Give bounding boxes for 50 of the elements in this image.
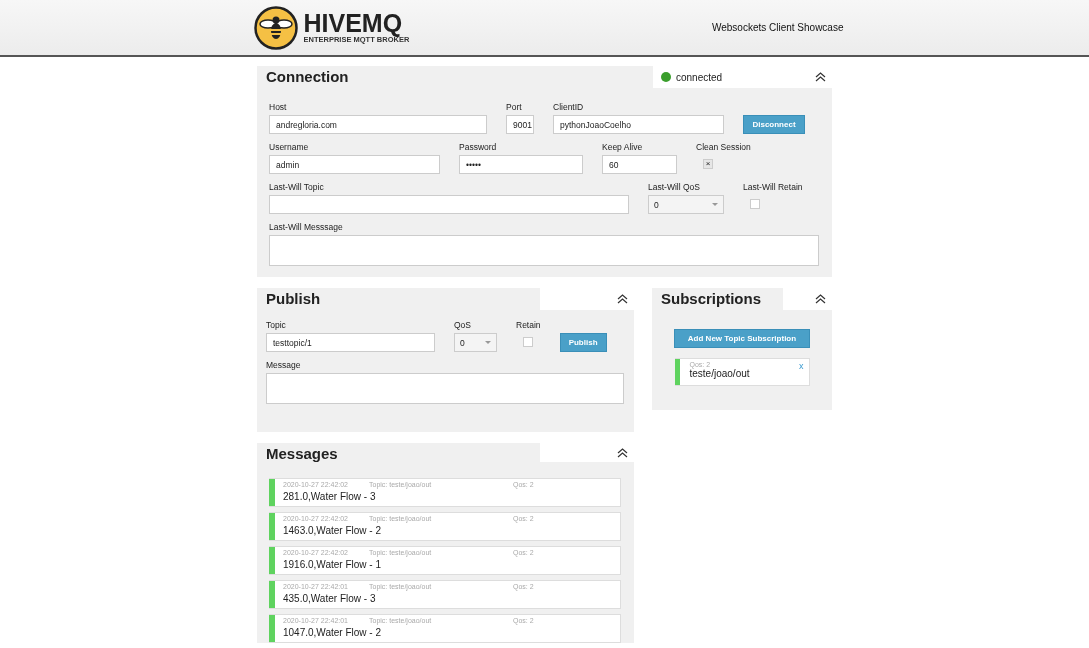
field-label: Last-Will Retain xyxy=(743,182,803,193)
checkbox[interactable] xyxy=(523,337,533,347)
field-label: Message xyxy=(266,360,302,371)
message-text: 1463.0,Water Flow - 2 xyxy=(283,525,382,536)
field-label: Port xyxy=(506,102,523,113)
field-label: Topic xyxy=(266,320,287,331)
collapse-icon[interactable] xyxy=(815,294,826,304)
panel-title: Messages xyxy=(265,444,339,462)
field-label: Host xyxy=(269,102,288,113)
input-field[interactable]: 60 xyxy=(602,155,677,174)
caret-icon xyxy=(485,341,491,344)
input-field[interactable]: admin xyxy=(269,155,440,174)
bee-logo-icon xyxy=(253,5,298,50)
input-field[interactable]: 9001 xyxy=(506,115,534,134)
message-text: 1916.0,Water Flow - 1 xyxy=(283,559,382,570)
collapse-icon[interactable] xyxy=(617,294,628,304)
field-label: Retain xyxy=(516,320,541,331)
logo-title: HIVEMQ xyxy=(303,11,404,35)
field-label: Keep Alive xyxy=(602,142,644,153)
field-label: Clean Session xyxy=(696,142,751,153)
input-field[interactable]: testtopic/1 xyxy=(266,333,435,352)
checkbox[interactable]: × xyxy=(703,159,713,169)
field-label: ClientID xyxy=(553,102,585,113)
input-field[interactable] xyxy=(269,195,629,214)
qos-dropdown[interactable]: 0 xyxy=(454,333,497,352)
field-label: Last-Will QoS xyxy=(648,182,701,193)
field-label: QoS xyxy=(454,320,472,331)
input-field[interactable]: pythonJoaoCoelho xyxy=(553,115,724,134)
field-label: Last-Will Topic xyxy=(269,182,325,193)
panel-title: Subscriptions xyxy=(660,289,762,309)
collapse-icon[interactable] xyxy=(815,72,826,82)
text-area[interactable] xyxy=(269,235,819,266)
subscription-topic: teste/joao/out xyxy=(689,368,750,379)
panel-title: Connection xyxy=(265,67,350,87)
input-field[interactable]: andregloria.com xyxy=(269,115,487,134)
field-label: Password xyxy=(459,142,498,153)
message-text: 435.0,Water Flow - 3 xyxy=(283,593,377,604)
collapse-icon[interactable] xyxy=(617,447,628,458)
message-text: 1047.0,Water Flow - 2 xyxy=(283,627,382,638)
field-label: Username xyxy=(269,142,310,153)
text-area[interactable] xyxy=(266,373,624,404)
panel-title: Publish xyxy=(265,289,322,309)
connection-status: connected xyxy=(661,71,723,83)
caret-icon xyxy=(712,203,718,206)
message-text: 281.0,Water Flow - 3 xyxy=(283,491,377,502)
checkbox[interactable] xyxy=(750,199,760,209)
page-title: Websockets Client Showcase xyxy=(711,22,844,33)
qos-dropdown[interactable]: 0 xyxy=(648,195,724,214)
field-label: Last-Will Messsage xyxy=(269,222,344,233)
input-field[interactable]: ••••• xyxy=(459,155,583,174)
